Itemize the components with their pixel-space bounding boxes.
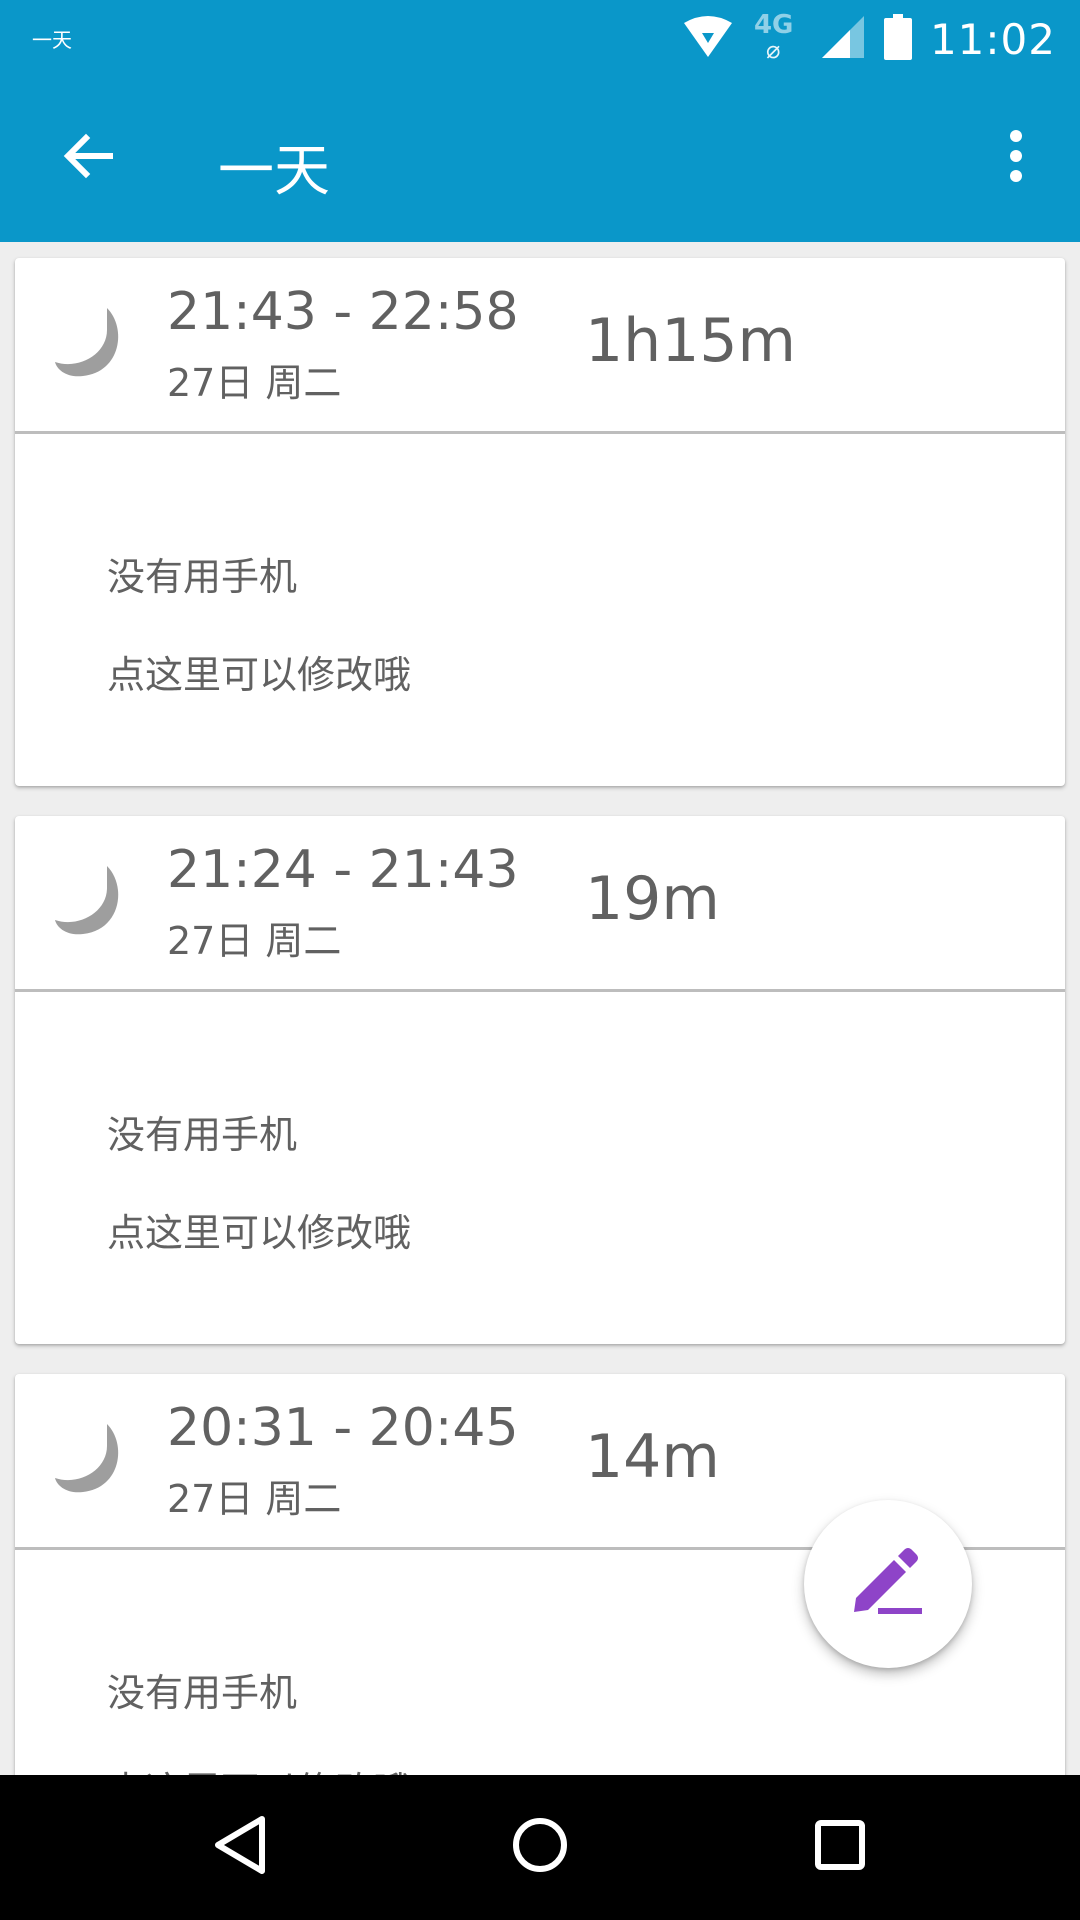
date-label: 27日 周二 [167,361,342,405]
status-time: 11:02 [929,14,1056,64]
edit-icon [850,1546,926,1622]
mobile-data-icon: 4G ⌀ [753,10,794,64]
more-vert-icon [1008,130,1024,186]
record-card[interactable]: 21:43 - 22:58 27日 周二 1h15m 没有用手机 点这里可以修改… [15,258,1065,786]
status-bar: 一天 4G ⌀ 11:02 [0,0,1080,78]
nav-back-button[interactable] [200,1807,280,1887]
duration-label: 1h15m [585,306,796,376]
signal-icon [820,14,866,64]
edit-fab-button[interactable] [804,1500,972,1668]
record-header: 21:43 - 22:58 27日 周二 1h15m [15,258,1065,434]
nav-recents-button[interactable] [800,1807,880,1887]
nav-back-icon [210,1813,270,1881]
more-options-button[interactable] [976,118,1056,198]
nav-recents-icon [812,1817,868,1877]
moon-icon [49,858,133,942]
status-icons: 4G ⌀ 11:02 [682,10,1056,68]
arrow-back-icon [62,130,114,186]
note-hint: 点这里可以修改哦 [107,1760,411,1775]
moon-icon [49,300,133,384]
wifi-icon [682,15,734,63]
record-card[interactable]: 21:24 - 21:43 27日 周二 19m 没有用手机 点这里可以修改哦 [15,816,1065,1344]
date-label: 27日 周二 [167,919,342,963]
back-button[interactable] [48,118,128,198]
note-status: 没有用手机 [107,1671,298,1715]
note-hint: 点这里可以修改哦 [107,653,412,697]
record-note[interactable]: 没有用手机 点这里可以修改哦 [15,992,1065,1341]
time-range: 20:31 - 20:45 [167,1398,519,1458]
app-bar: 一天 [0,78,1080,242]
duration-label: 14m [585,1422,720,1492]
nav-home-button[interactable] [500,1807,580,1887]
moon-icon [49,1416,133,1500]
page-title: 一天 [218,139,330,204]
note-hint: 点这里可以修改哦 [107,1211,412,1255]
time-range: 21:24 - 21:43 [167,840,519,900]
nav-home-icon [510,1815,570,1879]
date-label: 27日 周二 [167,1477,342,1521]
note-status: 没有用手机 [107,1113,298,1157]
note-status: 没有用手机 [107,555,298,599]
navigation-bar [0,1775,1080,1920]
record-header: 21:24 - 21:43 27日 周二 19m [15,816,1065,992]
time-range: 21:43 - 22:58 [167,282,519,342]
record-note[interactable]: 没有用手机 点这里可以修改哦 [15,434,1065,783]
battery-icon [883,14,912,64]
status-app-label: 一天 [32,28,72,52]
duration-label: 19m [585,864,720,934]
